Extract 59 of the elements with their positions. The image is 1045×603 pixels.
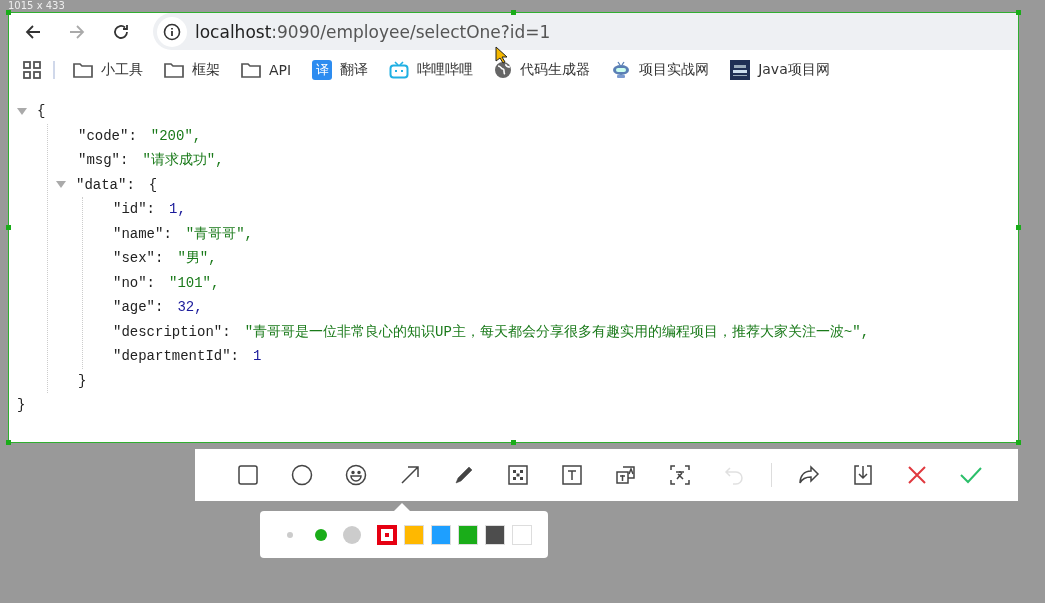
json-key: "sex": [113,246,164,271]
back-arrow-icon [24,22,42,41]
json-value: "101", [169,273,220,293]
json-key: "msg": [78,148,129,173]
json-brace: { [37,102,46,121]
book-cover-icon [730,60,751,80]
json-value: "青哥哥是一位非常良心的知识UP主，每天都会分享很多有趣实用的编程项目，推荐大家关注一波~", [244,322,870,342]
bookmark-link[interactable]: 译 翻译 [312,60,369,80]
json-brace: } [17,396,26,415]
mouse-pointer-icon [495,46,509,64]
bookmark-link[interactable]: 小工具 [73,61,143,79]
json-brace: { [148,175,158,195]
resize-handle[interactable] [1016,225,1021,230]
json-key: "no": [113,270,155,295]
resize-handle[interactable] [511,440,516,445]
info-icon[interactable] [157,16,187,47]
json-value: 1 [253,347,262,366]
bookmark-link[interactable]: 框架 [164,61,220,79]
robot-icon [611,60,632,80]
address-bar[interactable]: localhost:9090/employee/selectOne?id=1 [153,13,1018,50]
json-value: "青哥哥", [185,224,254,244]
json-key: "id": [113,197,155,222]
folder-icon [241,62,261,78]
json-key: "data": [76,172,135,197]
bookmark-link[interactable]: API [241,62,292,78]
resize-handle[interactable] [6,225,11,230]
globe-icon [494,61,513,79]
json-value: 32, [177,298,203,317]
bookmark-link[interactable]: Java项目网 [730,60,830,80]
bookmark-link[interactable]: 哔哩哔哩 [389,61,474,79]
json-key: "name": [113,221,172,246]
json-brace: } [78,371,87,391]
folder-icon [164,62,184,78]
reload-icon [112,22,130,41]
json-key: "departmentId": [113,344,240,369]
bookmark-link[interactable]: 项目实战网 [611,60,710,80]
url-text: localhost:9090/employee/selectOne?id=1 [195,21,551,42]
bookmark-link[interactable]: 代码生成器 [494,61,591,79]
json-value: "男", [177,249,217,268]
translate-icon: 译 [312,60,333,80]
forward-arrow-icon [68,22,86,41]
selection-size-label: 1015 x 433 [7,0,66,12]
apps-grid-icon[interactable] [23,61,41,79]
json-key: "description": [113,319,231,344]
json-value: 1, [169,200,186,219]
collapse-toggle-icon[interactable] [56,181,66,189]
tv-icon [389,61,410,79]
resize-handle[interactable] [1016,440,1021,445]
resize-handle[interactable] [6,10,11,15]
json-key: "age": [113,295,164,320]
resize-handle[interactable] [511,10,516,15]
resize-handle[interactable] [6,440,11,445]
color-swatch[interactable] [377,524,397,545]
folder-icon [73,62,93,78]
json-value: "请求成功", [142,151,224,170]
json-key: "code": [78,123,137,148]
json-value: "200", [150,126,202,146]
collapse-toggle-icon[interactable] [17,107,27,115]
resize-handle[interactable] [1016,10,1021,15]
